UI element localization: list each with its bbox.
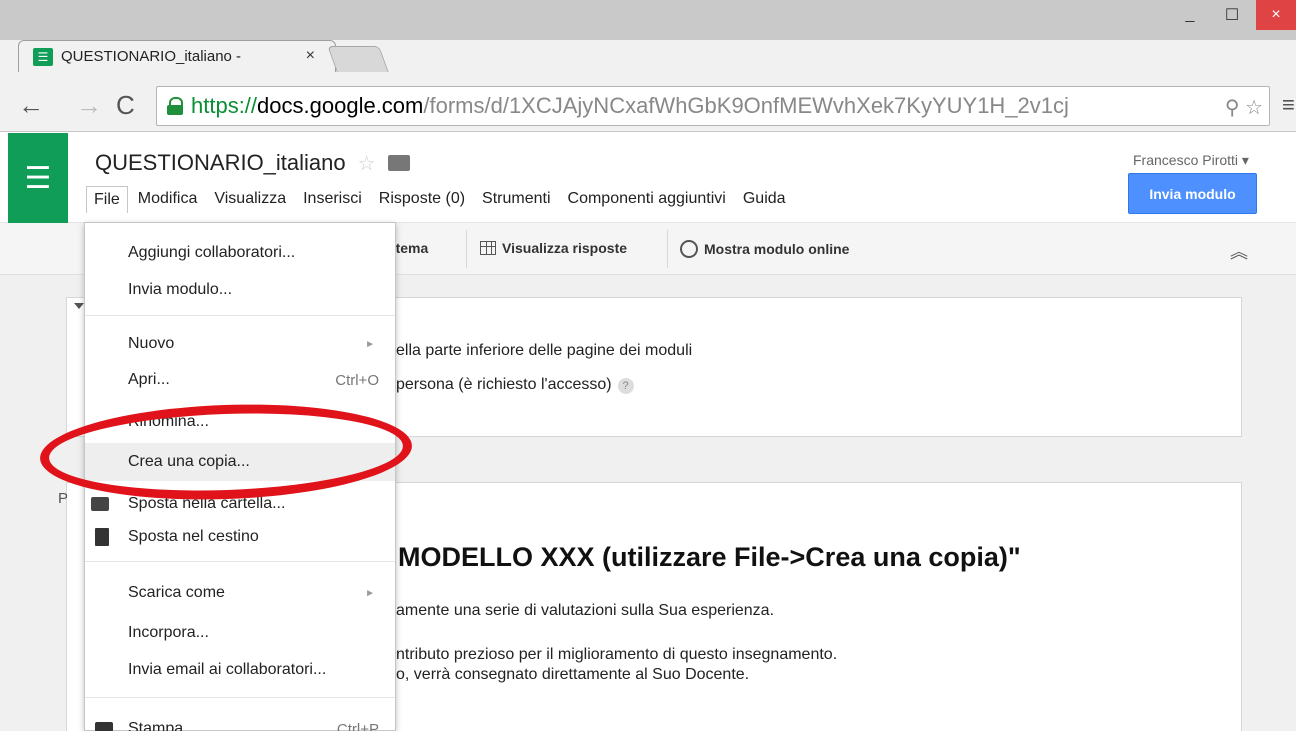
menu-item-send-form[interactable]: Invia modulo... bbox=[85, 271, 395, 309]
menu-divider bbox=[85, 561, 395, 562]
shortcut-label: Ctrl+O bbox=[335, 371, 379, 389]
view-responses-label: Visualizza risposte bbox=[502, 240, 628, 256]
folder-icon bbox=[91, 497, 109, 511]
address-bar[interactable]: https://docs.google.com/forms/d/1XCJAjyN… bbox=[156, 86, 1270, 126]
trash-icon bbox=[95, 528, 109, 546]
menu-file[interactable]: File bbox=[86, 186, 128, 213]
user-account[interactable]: Francesco Pirotti ▾ bbox=[1133, 152, 1249, 169]
menu-guida[interactable]: Guida bbox=[736, 186, 793, 213]
collapse-icon[interactable]: ︽ bbox=[1230, 238, 1248, 264]
menu-item-new[interactable]: Nuovo ► bbox=[85, 325, 395, 363]
maximize-button[interactable]: ☐ bbox=[1212, 0, 1252, 30]
show-online-button[interactable]: Mostra modulo online bbox=[680, 240, 849, 258]
menu-item-label: Rinomina... bbox=[128, 413, 209, 430]
menu-item-add-collaborators[interactable]: Aggiungi collaboratori... bbox=[85, 234, 395, 272]
tab-close-icon[interactable]: × bbox=[306, 47, 315, 65]
menu-inserisci[interactable]: Inserisci bbox=[296, 186, 369, 213]
minimize-button[interactable]: _ bbox=[1170, 0, 1210, 30]
toolbar-divider bbox=[466, 230, 467, 268]
printer-icon bbox=[95, 722, 113, 731]
menu-item-label: Nuovo bbox=[128, 335, 175, 352]
view-responses-button[interactable]: Visualizza risposte bbox=[480, 240, 627, 256]
send-form-button[interactable]: Invia modulo bbox=[1128, 173, 1257, 214]
form-description-3: o, verrà consegnato direttamente al Suo … bbox=[396, 666, 750, 683]
menu-strumenti[interactable]: Strumenti bbox=[475, 186, 557, 213]
menu-item-open[interactable]: Apri... Ctrl+O bbox=[85, 361, 395, 399]
menu-item-label: Invia email ai collaboratori... bbox=[128, 661, 327, 678]
collapse-caret-icon[interactable] bbox=[74, 303, 84, 309]
submenu-arrow-icon: ► bbox=[365, 587, 375, 599]
forms-logo-icon[interactable]: ☰ bbox=[8, 133, 68, 223]
reload-icon[interactable]: C bbox=[116, 90, 135, 121]
browser-tab[interactable]: ☰ QUESTIONARIO_italiano - × bbox=[18, 40, 336, 72]
page-tag: P bbox=[58, 490, 69, 507]
back-arrow-icon[interactable]: ← bbox=[18, 90, 44, 121]
menu-item-label: Crea una copia... bbox=[128, 453, 250, 470]
menu-bar: File Modifica Visualizza Inserisci Rispo… bbox=[86, 186, 796, 213]
menu-item-label: Sposta nel cestino bbox=[128, 528, 259, 545]
menu-item-email-collaborators[interactable]: Invia email ai collaboratori... bbox=[85, 651, 395, 689]
menu-item-label: Aggiungi collaboratori... bbox=[128, 244, 296, 261]
menu-item-make-copy[interactable]: Crea una copia... bbox=[85, 443, 395, 481]
menu-visualizza[interactable]: Visualizza bbox=[207, 186, 293, 213]
settings-line-2: persona (è richiesto l'accesso)? bbox=[396, 376, 634, 394]
menu-item-embed[interactable]: Incorpora... bbox=[85, 614, 395, 652]
menu-item-label: Sposta nella cartella... bbox=[128, 495, 286, 512]
menu-modifica[interactable]: Modifica bbox=[131, 186, 205, 213]
tab-title: QUESTIONARIO_italiano - bbox=[61, 48, 242, 65]
file-menu: Aggiungi collaboratori... Invia modulo..… bbox=[84, 222, 396, 731]
url-scheme: https:// bbox=[191, 93, 258, 118]
url-path: /forms/d/1XCJAjyNCxafWhGbK9OnfMEWvhXek7K… bbox=[423, 93, 1069, 118]
menu-divider bbox=[85, 315, 395, 316]
menu-item-label: Apri... bbox=[128, 371, 170, 388]
menu-risposte[interactable]: Risposte (0) bbox=[372, 186, 472, 213]
forward-arrow-icon[interactable]: → bbox=[76, 90, 102, 121]
menu-item-label: Incorpora... bbox=[128, 624, 209, 641]
toolbar-divider bbox=[667, 230, 668, 268]
form-description-1: amente una serie di valutazioni sulla Su… bbox=[396, 602, 775, 619]
folder-icon[interactable] bbox=[387, 155, 410, 171]
doc-title[interactable]: QUESTIONARIO_italiano bbox=[95, 150, 346, 176]
help-icon[interactable]: ? bbox=[617, 378, 634, 394]
new-tab-button[interactable] bbox=[327, 46, 389, 72]
magnifier-icon[interactable]: ⚲ bbox=[1225, 97, 1240, 119]
show-online-label: Mostra modulo online bbox=[704, 241, 850, 257]
chrome-menu-icon[interactable]: ≡ bbox=[1282, 92, 1295, 118]
url-host: docs.google.com bbox=[257, 93, 424, 118]
form-description-2: ntributo prezioso per il miglioramento d… bbox=[396, 646, 838, 663]
shortcut-label: Ctrl+P bbox=[336, 720, 379, 731]
window-frame bbox=[0, 0, 1296, 40]
settings-line-1: ella parte inferiore delle pagine dei mo… bbox=[396, 342, 693, 359]
grid-icon bbox=[480, 241, 496, 255]
globe-link-icon bbox=[680, 240, 698, 258]
form-heading[interactable]: MODELLO XXX (utilizzare File->Crea una c… bbox=[398, 542, 1021, 573]
menu-item-label: Stampa bbox=[128, 720, 184, 731]
menu-item-print[interactable]: Stampa Ctrl+P bbox=[85, 710, 395, 731]
forms-favicon-icon: ☰ bbox=[33, 47, 53, 66]
menu-item-download-as[interactable]: Scarica come ► bbox=[85, 574, 395, 612]
close-window-button[interactable]: × bbox=[1256, 0, 1296, 30]
bookmark-star-icon[interactable]: ☆ bbox=[1245, 97, 1263, 119]
submenu-arrow-icon: ► bbox=[365, 338, 375, 350]
menu-item-label: Invia modulo... bbox=[128, 281, 233, 298]
menu-divider bbox=[85, 697, 395, 698]
menu-item-rename[interactable]: Rinomina... bbox=[85, 403, 395, 441]
doc-title-row: QUESTIONARIO_italiano ☆ bbox=[95, 150, 410, 176]
star-icon[interactable]: ☆ bbox=[358, 151, 376, 176]
lock-icon bbox=[167, 97, 183, 115]
menu-componenti[interactable]: Componenti aggiuntivi bbox=[561, 186, 733, 213]
menu-item-label: Scarica come bbox=[128, 584, 225, 601]
menu-item-move-to-trash[interactable]: Sposta nel cestino bbox=[85, 518, 395, 556]
settings-line-2-text: persona (è richiesto l'accesso) bbox=[396, 376, 612, 393]
